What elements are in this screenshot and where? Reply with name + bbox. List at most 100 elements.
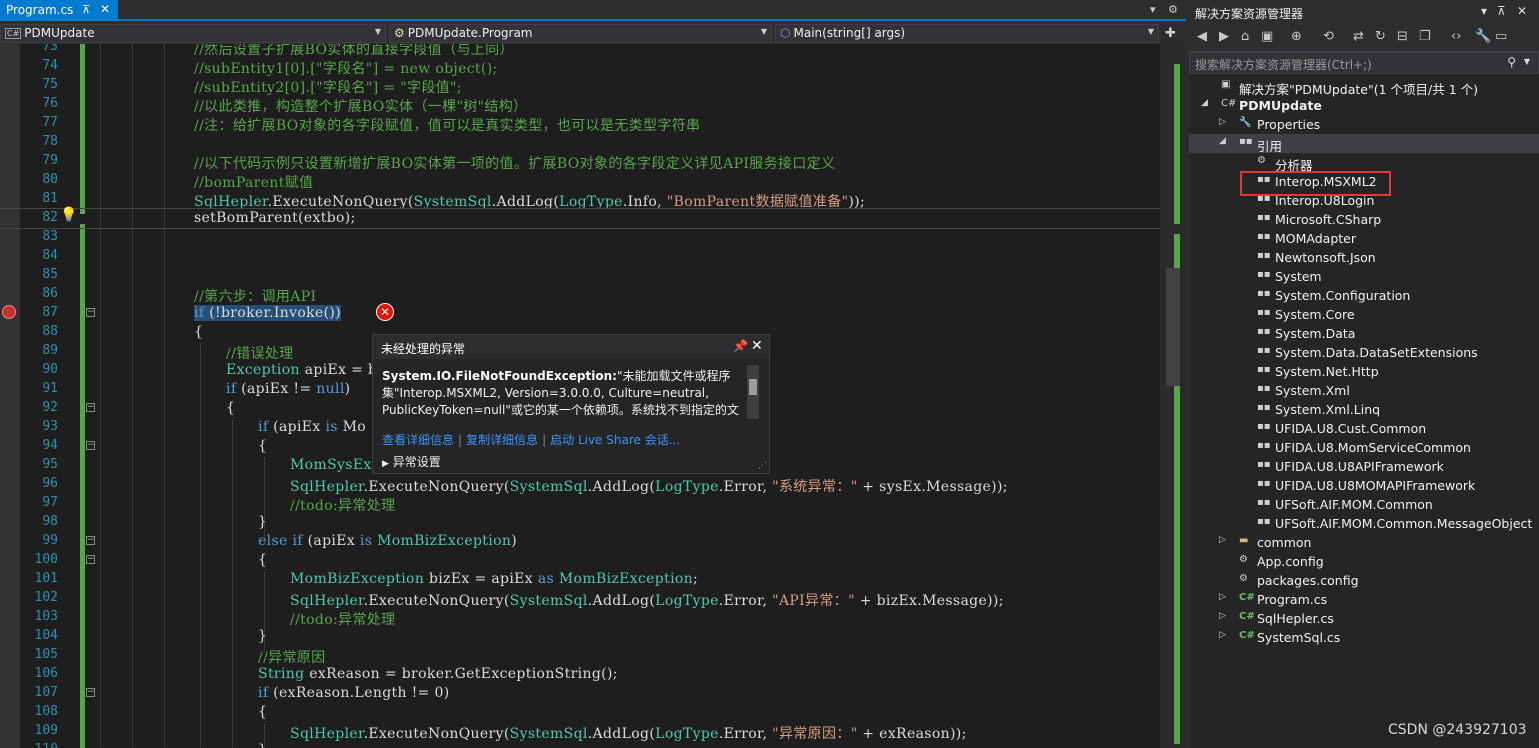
tree-node-reference[interactable]: ▪▪ System.Core [1189,305,1539,324]
code-line[interactable]: 75 //subEntity2[0].["字段名"] = "字段值"; [0,76,1160,96]
code-line[interactable]: 97 //todo:异常处理 [0,494,1160,514]
expanded-arrow-icon[interactable]: ◢ [1219,136,1226,146]
code-line[interactable]: 102 SqlHepler.ExecuteNonQuery(SystemSql.A… [0,589,1160,609]
fold-toggle-icon[interactable]: − [86,536,95,545]
code-line[interactable]: 76 //以此类推，构造整个扩展BO实体（一棵"树"结构） [0,95,1160,115]
fold-toggle-icon[interactable]: − [86,403,95,412]
tree-node-references[interactable]: ◢ ▪▪ 引用 [1189,134,1539,154]
code-line[interactable]: 78 [0,133,1160,152]
split-window-icon[interactable]: ✚ [1165,26,1176,41]
tree-node-reference[interactable]: ▪▪ System.Configuration [1189,286,1539,305]
fold-toggle-icon[interactable]: − [86,555,95,564]
tree-node-packages-config[interactable]: ⚙ packages.config [1189,571,1539,590]
class-combo[interactable]: ⚙ PDMUpdate.Program ▼ [389,24,772,43]
tree-node-reference[interactable]: ▪▪ System.Net.Http [1189,362,1539,381]
close-tab-icon[interactable]: ✕ [100,2,110,16]
code-line[interactable]: 105 //异常原因 [0,646,1160,666]
tree-node-reference[interactable]: ▪▪ System.Data.DataSetExtensions [1189,343,1539,362]
tree-node-app-config[interactable]: ⚙ App.config [1189,552,1539,571]
tree-node-program-cs[interactable]: ▷ C# Program.cs [1189,590,1539,609]
code-line[interactable]: 103 //todo:异常处理 [0,608,1160,628]
code-line[interactable]: 80 //bomParent赋值 [0,171,1160,191]
search-options-icon[interactable]: ▼ [1524,57,1530,66]
code-line[interactable]: 96 SqlHepler.ExecuteNonQuery(SystemSql.Ad… [0,475,1160,495]
code-line[interactable]: 84 [0,247,1160,266]
code-line[interactable]: 86 //第六步：调用API [0,285,1160,305]
tab-dropdown-icon[interactable]: ▾ [1150,3,1156,16]
collapsed-arrow-icon[interactable]: ▷ [1219,630,1226,640]
code-line[interactable]: 81 SqlHepler.ExecuteNonQuery(SystemSql.Ad… [0,190,1160,210]
code-line[interactable]: 77 //注：给扩展BO对象的各字段赋值，值可以是真实类型，也可以是无类型字符串 [0,114,1160,134]
tree-node-properties[interactable]: ▷ 🔧 Properties [1189,115,1539,134]
tree-node-sqlhepler-cs[interactable]: ▷ C# SqlHepler.cs [1189,609,1539,628]
code-line[interactable]: 98} [0,513,1160,532]
code-line[interactable]: 100 − { [0,551,1160,570]
view-details-link[interactable]: 查看详细信息 [382,433,454,447]
code-line[interactable]: 109 SqlHepler.ExecuteNonQuery(SystemSql.A… [0,722,1160,742]
dropdown-icon[interactable]: ▾ [1481,4,1487,18]
collapsed-arrow-icon[interactable]: ▷ [1219,535,1226,545]
tree-node-reference[interactable]: ▪▪ UFIDA.U8.U8MOMAPIFramework [1189,476,1539,495]
code-line[interactable]: 74 //subEntity1[0].["字段名"] = new object()… [0,57,1160,77]
tree-node-folder-common[interactable]: ▷ ▬ common [1189,533,1539,552]
fold-toggle-icon[interactable]: − [86,308,95,317]
collapsed-arrow-icon[interactable]: ▷ [1219,611,1226,621]
collapse-all-icon[interactable]: ⊟ [1397,29,1408,44]
code-line[interactable]: 101 MomBizException bizEx = apiEx as MomB… [0,570,1160,589]
tree-node-analyzers[interactable]: ⚙ 分析器 [1189,153,1539,173]
code-line[interactable]: 85 [0,266,1160,285]
code-line[interactable]: 79 //以下代码示例只设置新增扩展BO实体第一项的值。扩展BO对象的各字段定义详… [0,152,1160,172]
code-line[interactable]: 108 { [0,703,1160,722]
tree-node-solution[interactable]: ▣ 解决方案"PDMUpdate"(1 个项目/共 1 个) [1189,77,1539,97]
fold-toggle-icon[interactable]: − [86,688,95,697]
history-icon[interactable]: ⟲ [1323,29,1334,44]
tree-node-reference[interactable]: ▪▪ UFSoft.AIF.MOM.Common [1189,495,1539,514]
live-share-link[interactable]: 启动 Live Share 会话... [550,433,680,447]
tree-node-reference[interactable]: ▪▪ System.Xml [1189,381,1539,400]
tree-node-reference[interactable]: ▪▪ MOMAdapter [1189,229,1539,248]
exception-error-icon[interactable]: ✕ [376,303,394,321]
preview-icon[interactable]: ▭ [1495,29,1507,44]
switch-views-icon[interactable]: ▣ [1261,29,1273,44]
member-combo[interactable]: ⬡ Main(string[] args) ▼ [775,24,1159,43]
forward-icon[interactable]: ▶ [1219,29,1229,44]
tree-node-project[interactable]: ◢ C# PDMUpdate [1189,96,1539,115]
code-view-icon[interactable]: ‹› [1451,29,1461,44]
code-line[interactable]: 107 − if (exReason.Length != 0) [0,684,1160,703]
exception-settings-expander[interactable]: ▶ 异常设置 [382,453,441,470]
sync-icon[interactable]: ⇄ [1353,29,1364,44]
tree-node-systemsql-cs[interactable]: ▷ C# SystemSql.cs [1189,628,1539,647]
pin-icon[interactable]: ⊼ [1497,4,1506,18]
back-icon[interactable]: ◀ [1197,29,1207,44]
project-combo[interactable]: C# PDMUpdate ▼ [0,24,386,43]
code-line[interactable]: 110} [0,741,1160,748]
fold-toggle-icon[interactable]: − [86,441,95,450]
collapsed-arrow-icon[interactable]: ▷ [1219,592,1226,602]
properties-wrench-icon[interactable]: 🔧 [1475,29,1491,44]
code-line[interactable]: 83 [0,228,1160,247]
tree-node-reference[interactable]: ▪▪ UFIDA.U8.U8APIFramework [1189,457,1539,476]
tree-node-reference[interactable]: ▪▪ Microsoft.CSharp [1189,210,1539,229]
pending-changes-icon[interactable]: ⊕ [1291,29,1302,44]
tree-node-reference[interactable]: ▪▪ UFSoft.AIF.MOM.Common.MessageObject [1189,514,1539,533]
tree-node-reference[interactable]: ▪▪ Newtonsoft.Json [1189,248,1539,267]
tree-node-reference[interactable]: ▪▪ System [1189,267,1539,286]
code-line[interactable]: 82 setBomParent(extbo); [0,208,1161,229]
tree-node-reference[interactable]: ▪▪ UFIDA.U8.Cust.Common [1189,419,1539,438]
vertical-scrollbar[interactable] [1160,44,1186,748]
home-icon[interactable]: ⌂ [1241,29,1249,44]
refresh-icon[interactable]: ↻ [1375,29,1386,44]
tree-node-reference[interactable]: ▪▪ System.Xml.Linq [1189,400,1539,419]
pin-icon[interactable]: ⊼ [82,3,90,16]
resize-grip-icon[interactable]: ⋰ [758,461,767,471]
code-line[interactable]: 73//然后设置子扩展BO实体的直接字段值（与上同） [0,44,1160,58]
collapsed-arrow-icon[interactable]: ▷ [1219,117,1226,127]
solution-explorer-search-input[interactable]: 搜索解决方案资源管理器(Ctrl+;) ⚲ ▼ [1189,52,1539,74]
lightbulb-icon[interactable]: 💡 [60,207,77,223]
tree-node-reference[interactable]: ▪▪ System.Data [1189,324,1539,343]
scrollbar-thumb[interactable] [1166,268,1180,386]
close-icon[interactable]: ✕ [751,338,763,354]
popup-scrollbar-thumb[interactable] [749,379,757,395]
popup-scrollbar[interactable] [747,365,759,419]
code-line[interactable]: 106 String exReason = broker.GetException… [0,665,1160,684]
